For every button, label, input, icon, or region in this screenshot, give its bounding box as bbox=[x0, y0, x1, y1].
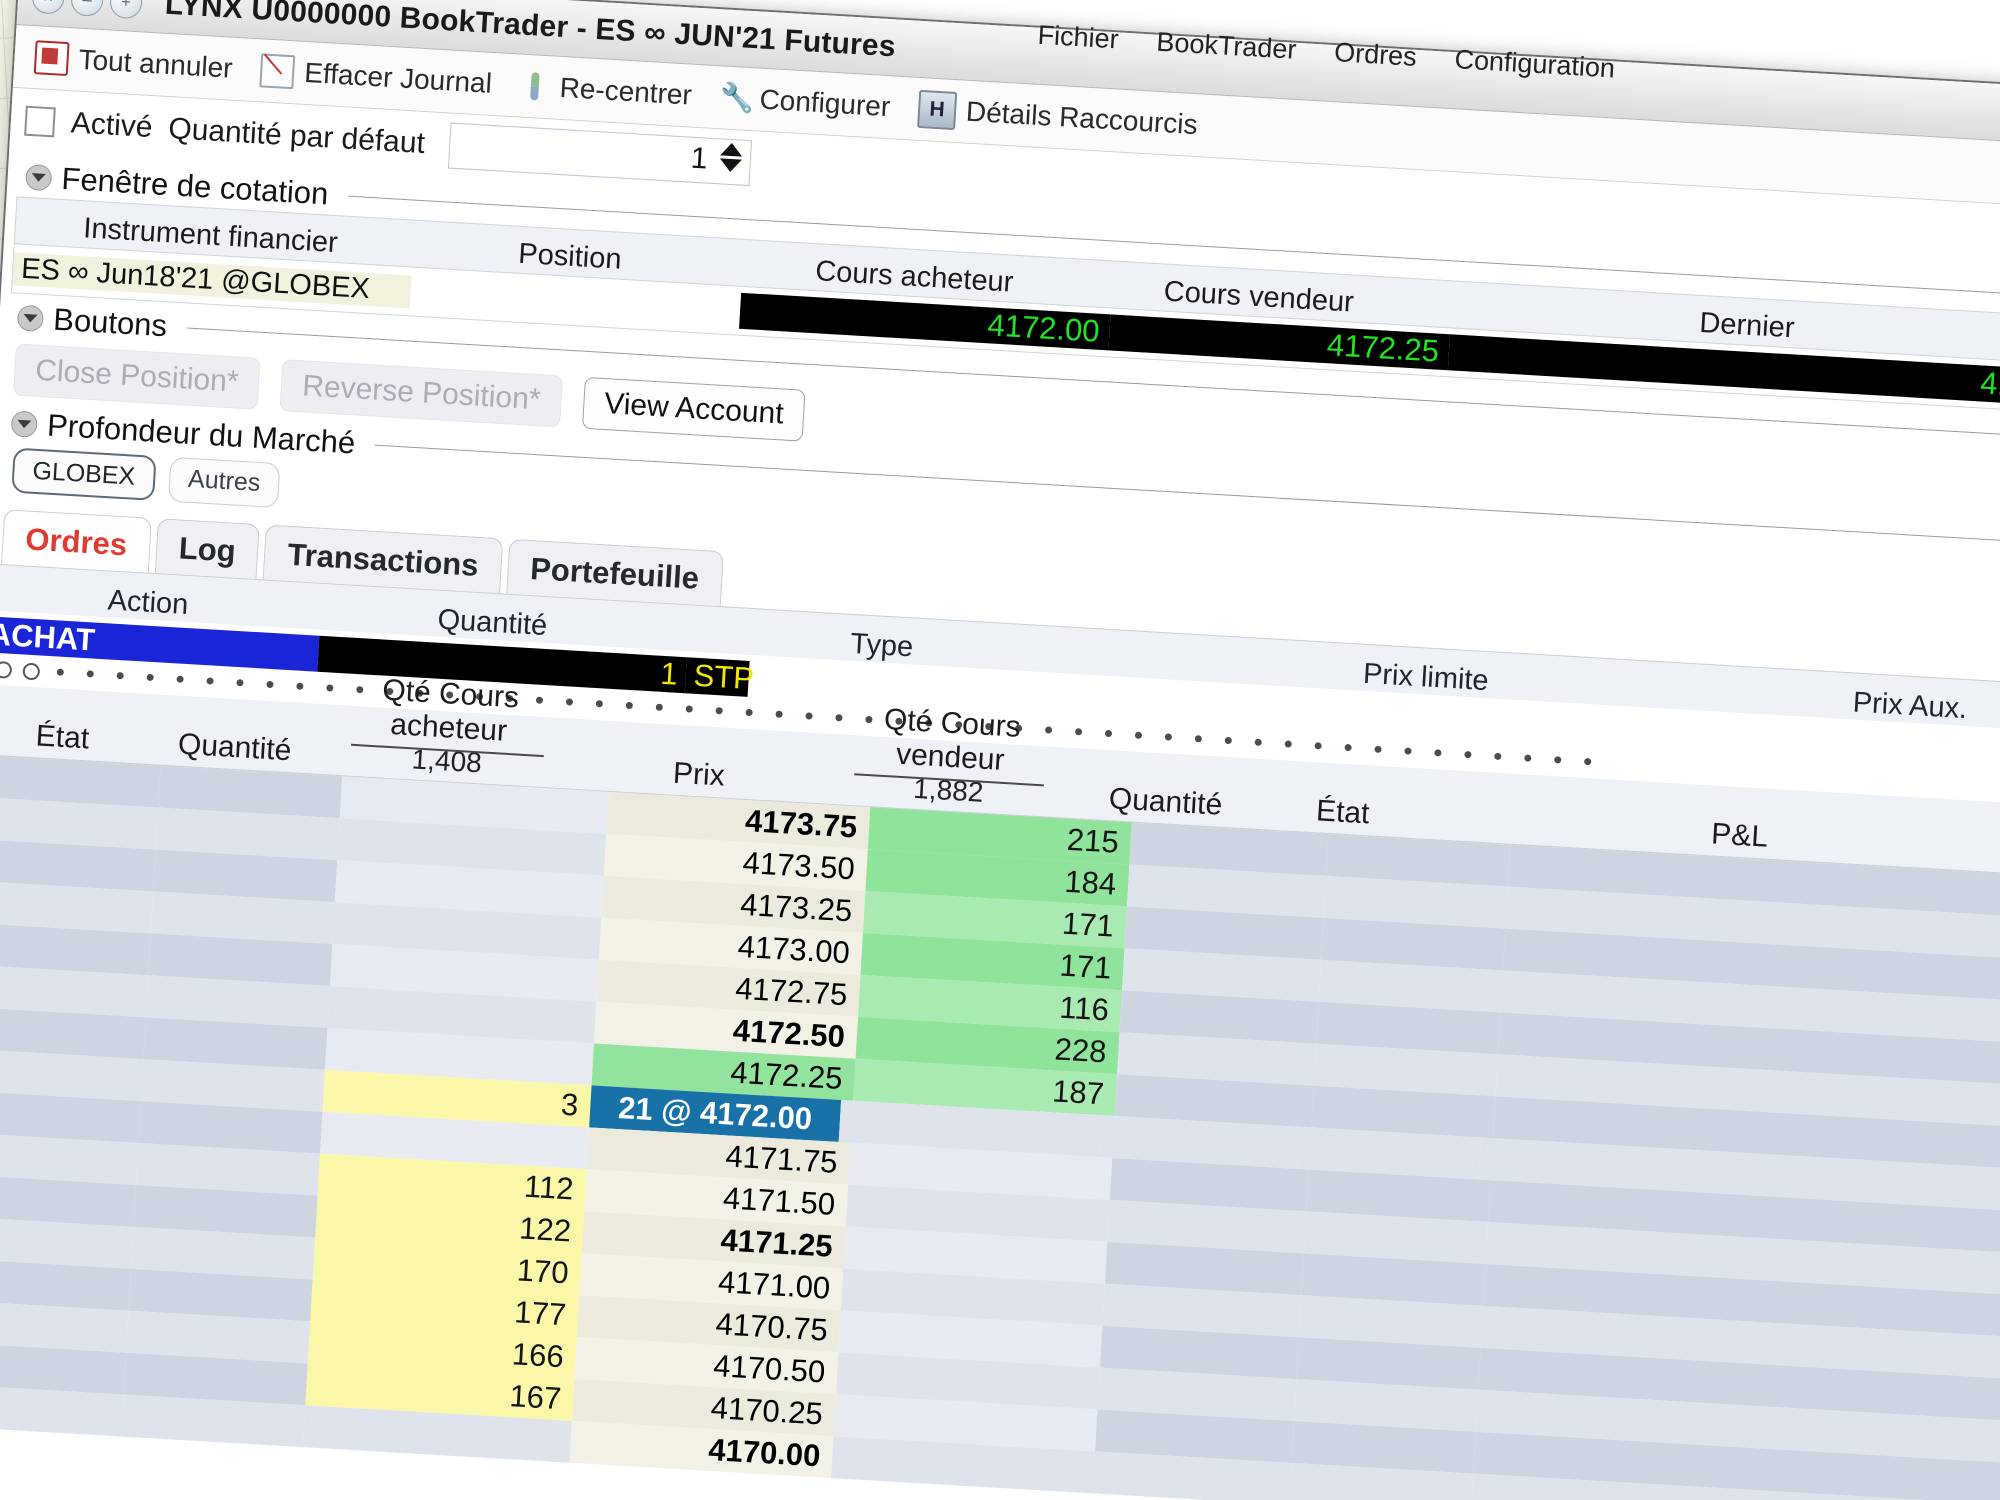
chevron-down-icon[interactable] bbox=[24, 163, 53, 192]
hotkey-details-label: Détails Raccourcis bbox=[965, 95, 1199, 141]
cancel-all-label: Tout annuler bbox=[77, 43, 234, 84]
minimize-icon[interactable]: – bbox=[70, 0, 105, 18]
clear-journal-icon bbox=[259, 53, 296, 90]
wrench-icon: 🔧 bbox=[718, 81, 756, 115]
configure-label: Configurer bbox=[758, 83, 892, 123]
recenter-button[interactable]: Re-centrer bbox=[509, 65, 703, 116]
hotkey-h-icon: H bbox=[917, 89, 958, 131]
buttons-section-title: Boutons bbox=[52, 301, 169, 344]
clear-journal-button[interactable]: Effacer Journal bbox=[249, 49, 503, 106]
default-quantity-label: Quantité par défaut bbox=[167, 112, 426, 161]
screenshot-canvas: × – + LYNX U0000000 BookTrader - ES ∞ JU… bbox=[0, 0, 2000, 1500]
cancel-all-button[interactable]: Tout annuler bbox=[23, 36, 243, 91]
clear-journal-label: Effacer Journal bbox=[303, 56, 493, 99]
stepper-down-icon[interactable] bbox=[718, 158, 742, 173]
order-aux-price[interactable] bbox=[1757, 737, 2000, 756]
tab-ordres[interactable]: Ordres bbox=[1, 509, 152, 573]
ladder-col-bid-qty: Qté Cours acheteur 1,408 bbox=[318, 670, 579, 789]
enabled-label: Activé bbox=[69, 106, 154, 145]
default-quantity-value: 1 bbox=[689, 141, 709, 176]
default-quantity-stepper[interactable]: 1 bbox=[447, 122, 752, 187]
recenter-icon bbox=[519, 71, 551, 103]
exchange-autres-button[interactable]: Autres bbox=[167, 456, 281, 509]
configure-button[interactable]: 🔧 Configurer bbox=[709, 77, 902, 128]
menu-item-fichier[interactable]: Fichier bbox=[1037, 20, 1120, 56]
close-icon[interactable]: × bbox=[31, 0, 66, 15]
menu-item-ordres[interactable]: Ordres bbox=[1333, 37, 1417, 73]
ladder-col-ask-qty: Qté Cours vendeur 1,882 bbox=[822, 700, 1078, 818]
enabled-checkbox[interactable] bbox=[24, 105, 56, 138]
stepper-arrows[interactable] bbox=[718, 142, 743, 173]
hotkey-details-button[interactable]: H Détails Raccourcis bbox=[907, 85, 1209, 148]
recenter-label: Re-centrer bbox=[558, 71, 693, 111]
menu-item-configuration[interactable]: Configuration bbox=[1454, 44, 1616, 84]
cancel-all-icon bbox=[33, 40, 70, 77]
menu-item-booktrader[interactable]: BookTrader bbox=[1156, 27, 1298, 66]
quote-position bbox=[410, 291, 741, 311]
order-type[interactable]: STP bbox=[684, 657, 755, 697]
exchange-globex-button[interactable]: GLOBEX bbox=[11, 447, 157, 501]
menu-bar: Fichier BookTrader Ordres Configuration bbox=[1037, 20, 1616, 85]
chevron-down-icon[interactable] bbox=[16, 304, 45, 333]
ladder-table-body: 4173.75 215 4173.50 184 4173.25 171 4173.00 171… bbox=[0, 754, 2000, 1500]
booktrader-window: × – + LYNX U0000000 BookTrader - ES ∞ JU… bbox=[0, 0, 2000, 1500]
maximize-icon[interactable]: + bbox=[109, 0, 143, 20]
stepper-up-icon[interactable] bbox=[719, 142, 743, 157]
chevron-down-icon[interactable] bbox=[10, 410, 38, 438]
view-account-button[interactable]: View Account bbox=[581, 376, 807, 442]
close-position-button[interactable]: Close Position* bbox=[12, 343, 261, 410]
tab-log[interactable]: Log bbox=[154, 518, 261, 580]
